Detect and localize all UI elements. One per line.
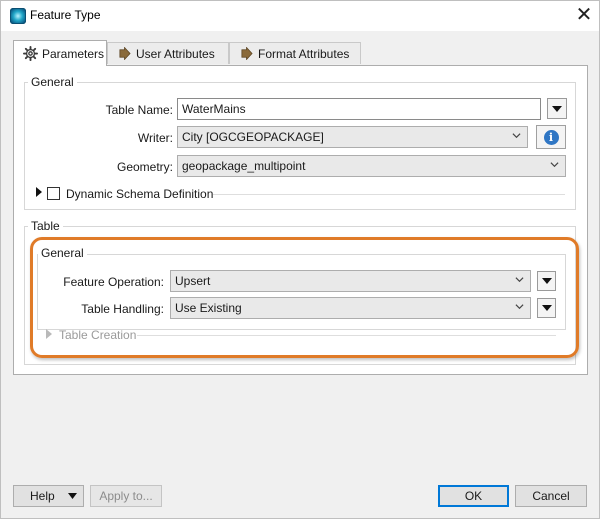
writer-label: Writer: (137, 131, 173, 145)
triangle-down-icon (541, 278, 552, 284)
writer-select[interactable]: City [OGCGEOPACKAGE] (177, 126, 528, 148)
feature-operation-label: Feature Operation: (63, 275, 164, 289)
dynamic-schema-expander-icon[interactable] (36, 187, 42, 197)
chevron-down-icon (515, 277, 524, 283)
table-creation-expander-icon[interactable] (46, 329, 52, 339)
dynamic-schema-label: Dynamic Schema Definition (66, 187, 214, 201)
divider (137, 335, 556, 336)
divider (213, 194, 565, 195)
geometry-value: geopackage_multipoint (182, 159, 306, 173)
chevron-down-icon (550, 162, 559, 168)
fme-globe-icon (10, 8, 26, 24)
feature-operation-select[interactable]: Upsert (170, 270, 531, 292)
window-title: Feature Type (30, 8, 101, 22)
chevron-down-icon (515, 304, 524, 310)
tab-label: User Attributes (136, 46, 215, 61)
table-handling-label: Table Handling: (81, 302, 164, 316)
close-icon[interactable]: ✕ (572, 3, 596, 27)
table-handling-value: Use Existing (175, 301, 242, 315)
table-name-label: Table Name: (105, 103, 173, 117)
tab-label: Parameters (42, 46, 105, 61)
arrow-right-icon (116, 46, 132, 62)
writer-value: City [OGCGEOPACKAGE] (182, 130, 324, 144)
table-name-menu-button[interactable] (547, 98, 567, 119)
table-handling-menu-button[interactable] (537, 298, 556, 318)
tab-user-attributes[interactable]: User Attributes (107, 42, 229, 64)
table-name-input[interactable]: WaterMains (177, 98, 541, 120)
feature-operation-menu-button[interactable] (537, 271, 556, 291)
info-icon: i (543, 129, 559, 145)
cancel-button[interactable]: Cancel (515, 485, 587, 507)
table-group-title: Table (28, 219, 63, 233)
table-handling-select[interactable]: Use Existing (170, 297, 531, 319)
table-creation-label: Table Creation (59, 328, 137, 342)
ok-button[interactable]: OK (438, 485, 509, 507)
help-button[interactable]: Help (13, 485, 84, 507)
feature-operation-value: Upsert (175, 274, 211, 288)
general-group-title: General (28, 75, 77, 89)
help-button-label: Help (30, 489, 55, 503)
writer-info-button[interactable]: i (536, 125, 566, 149)
tab-label: Format Attributes (258, 46, 350, 61)
tab-parameters[interactable]: Parameters (13, 40, 107, 66)
apply-to-button[interactable]: Apply to... (90, 485, 162, 507)
geometry-label: Geometry: (116, 160, 173, 174)
triangle-down-icon (541, 305, 552, 311)
caret-down-icon (68, 493, 77, 499)
arrow-right-icon (238, 46, 254, 62)
geometry-select[interactable]: geopackage_multipoint (177, 155, 566, 177)
table-general-group-title: General (38, 246, 87, 260)
gear-icon (22, 46, 38, 62)
tab-format-attributes[interactable]: Format Attributes (229, 42, 361, 64)
chevron-down-icon (512, 133, 521, 139)
triangle-down-icon (552, 105, 562, 112)
dynamic-schema-checkbox[interactable] (47, 187, 60, 200)
